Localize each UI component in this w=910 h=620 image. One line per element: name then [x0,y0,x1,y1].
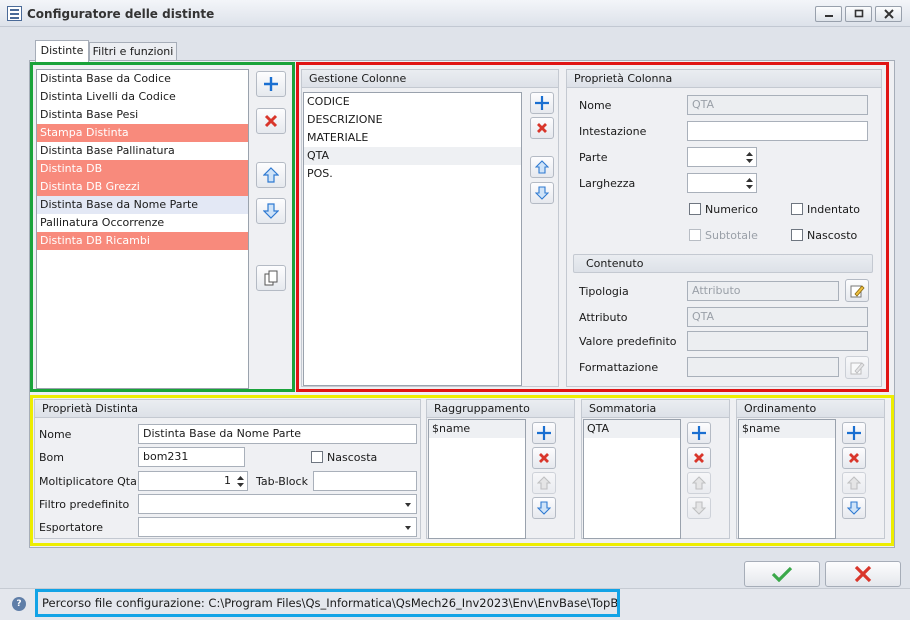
colonne-highlight-frame [296,62,889,392]
checkmark-icon [771,566,793,582]
arrow-down-icon [263,203,279,219]
app-icon [7,6,22,21]
help-icon[interactable]: ? [12,597,26,611]
window-title: Configuratore delle distinte [27,7,215,21]
copy-icon [264,270,278,286]
move-down-distinta-button[interactable] [256,198,286,224]
close-button[interactable] [875,6,902,22]
plus-icon [264,77,278,91]
tab-filtri-e-funzioni[interactable]: Filtri e funzioni [89,42,177,61]
ok-button[interactable] [744,561,820,587]
copy-distinta-button[interactable] [256,265,286,291]
add-distinta-button[interactable] [256,71,286,97]
minimize-button[interactable] [815,6,842,22]
cancel-button[interactable] [825,561,901,587]
close-icon [854,566,872,582]
config-path-label: Percorso file configurazione: C:\Program… [35,589,620,617]
move-up-distinta-button[interactable] [256,162,286,188]
maximize-button[interactable] [845,6,872,22]
proprieta-highlight-frame [30,395,894,546]
delete-icon [264,114,278,128]
tab-distinte[interactable]: Distinte [35,40,89,62]
remove-distinta-button[interactable] [256,108,286,134]
arrow-up-icon [263,167,279,183]
